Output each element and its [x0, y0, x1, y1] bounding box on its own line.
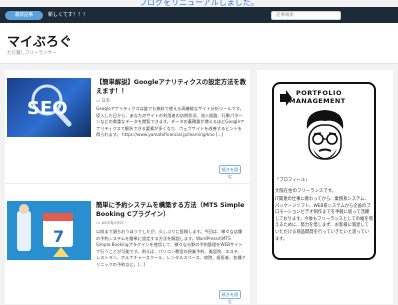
article-excerpt: 以前まで頭ちおうほうでしたが、久しぶりに投稿します。今回は、様々な店舗の予約シス…	[96, 229, 246, 267]
article-category[interactable]: ▭ wordpress	[96, 221, 124, 226]
seo-image-text: SEO	[27, 98, 68, 119]
article-thumbnail-booking[interactable]: 7	[7, 201, 91, 260]
profile-description: IT関連の仕事に携わってから、業務系システム、パッケージソフト、WEB系システム…	[275, 197, 373, 242]
article-category-label: 日系	[101, 99, 111, 104]
portfolio-title: PORTFOLIO	[296, 89, 342, 97]
search-input[interactable]: 記事検索	[271, 11, 341, 20]
read-more-button[interactable]: 続きを読む	[219, 165, 241, 179]
avatar	[306, 110, 344, 160]
top-bar-message[interactable]: 新しくてす！！！	[48, 11, 88, 20]
latest-posts-badge[interactable]: 最新記事	[5, 11, 43, 20]
portfolio-subtitle: MANAGEMENT	[289, 97, 346, 105]
calendar-day: 7	[53, 227, 64, 246]
article-thumbnail-seo[interactable]: SEO	[7, 78, 91, 137]
profile-heading: 「プロフィール」	[275, 178, 310, 183]
site-notice[interactable]: ブログをリニューアルしました。	[0, 0, 398, 6]
read-more-button[interactable]: 続きを読む	[219, 290, 241, 304]
article-excerpt: Googleアナリティクスは誰でも無料で使える高機能なサイト分析ツールです。導入…	[96, 106, 245, 138]
article-divider	[5, 183, 250, 184]
site-description: ただ寝しフリーランサー	[7, 51, 57, 56]
booking-image: 7	[7, 201, 91, 260]
seo-image: SEO	[27, 84, 72, 127]
profile-intro: 大阪在住のフリーランスです。	[275, 189, 336, 194]
site-title[interactable]: マイぶろぐ	[7, 31, 72, 50]
article-category-label: wordpress	[101, 221, 124, 226]
article-title[interactable]: 【簡単解説】Googleアナリティクスの設定方法を教えます！！	[96, 78, 246, 96]
article-title[interactable]: 簡単に予約システムを構築する方法（MTS Simple Booking Cプラグ…	[96, 201, 246, 219]
article-category[interactable]: ▭ 日系	[96, 98, 110, 104]
